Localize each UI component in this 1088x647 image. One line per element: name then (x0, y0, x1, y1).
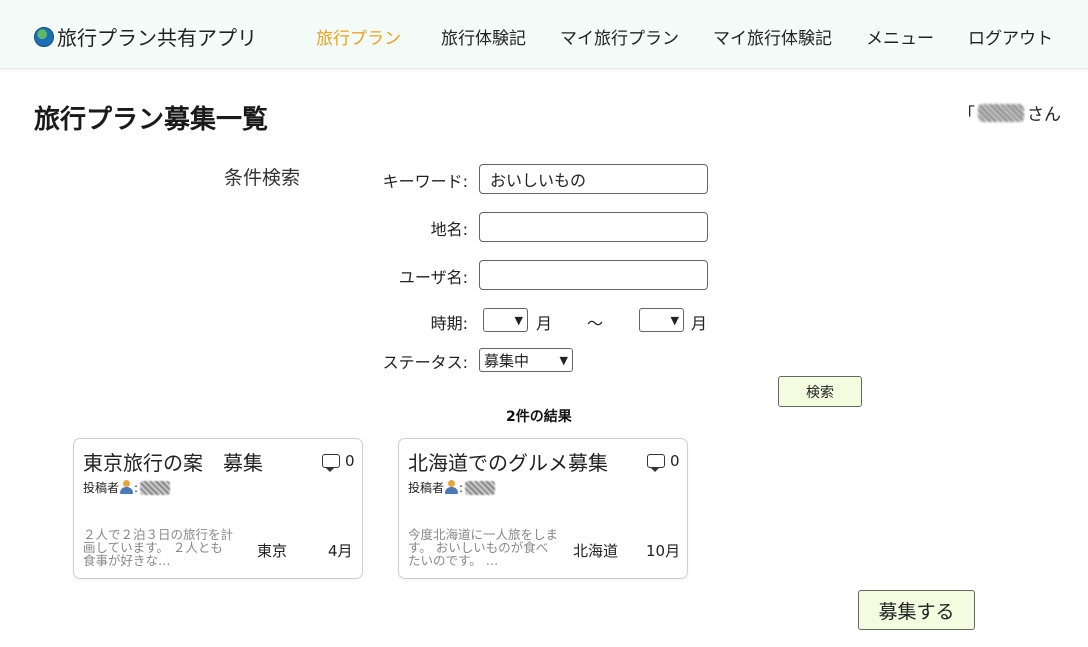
nav-travel-journals[interactable]: 旅行体験記 (441, 24, 526, 49)
search-button[interactable]: 検索 (778, 376, 862, 407)
status-select[interactable]: 募集中 ▼ (479, 348, 573, 372)
nav-travel-plans[interactable]: 旅行プラン (316, 24, 401, 49)
nav-menu-link[interactable]: メニュー (866, 24, 934, 49)
keyword-input[interactable] (479, 164, 708, 194)
plan-card-title: 北海道でのグルメ募集 (408, 451, 608, 475)
plan-card-title: 東京旅行の案 募集 (83, 451, 263, 475)
place-input[interactable] (479, 212, 708, 242)
app-brand[interactable]: 旅行プラン共有アプリ (34, 22, 257, 51)
top-navbar: 旅行プラン共有アプリ 旅行プラン 旅行体験記 マイ旅行プラン マイ旅行体験記 メ… (0, 0, 1088, 69)
app-title: 旅行プラン共有アプリ (57, 26, 257, 50)
plan-card-description: ２人で２泊３日の旅行を計画しています。 ２人とも食事が好きな… (83, 527, 234, 568)
poster-label: 投稿者 (408, 481, 445, 495)
comment-count-value: 0 (670, 452, 680, 470)
comment-icon (647, 454, 665, 472)
globe-icon (34, 26, 54, 47)
nav-logout[interactable]: ログアウト (968, 24, 1053, 49)
poster-separator: : (459, 480, 464, 495)
plan-card-place: 北海道 (573, 542, 619, 560)
plan-card[interactable]: 北海道でのグルメ募集 0 投稿者 : 今度北海道に一人旅をします。 おいしいもの… (398, 438, 688, 579)
person-icon (445, 480, 459, 495)
page-title: 旅行プラン募集一覧 (34, 105, 269, 135)
plan-card-description: 今度北海道に一人旅をします。 おいしいものが食べたいのです。 … (408, 527, 559, 568)
period-to-select[interactable]: ▼ (639, 308, 684, 332)
status-value: 募集中 (484, 351, 530, 370)
period-from-select[interactable]: ▼ (483, 308, 528, 332)
period-tilde: ～ (587, 314, 604, 333)
plan-card-month: 4月 (328, 542, 353, 560)
comment-count-value: 0 (345, 452, 355, 470)
plan-card-month: 10月 (646, 542, 681, 560)
username-label: ユーザ名: (398, 268, 468, 287)
plan-card-place: 東京 (257, 542, 288, 560)
month-unit-from: 月 (536, 314, 553, 333)
keyword-label: キーワード: (382, 172, 468, 191)
month-unit-to: 月 (691, 314, 708, 333)
redacted-username (978, 103, 1024, 122)
poster-separator: : (134, 480, 139, 495)
plan-card[interactable]: 東京旅行の案 募集 0 投稿者 : ２人で２泊３日の旅行を計画しています。 ２人… (73, 438, 363, 579)
status-label: ステータス: (382, 353, 468, 372)
place-label: 地名: (430, 220, 468, 239)
search-heading: 条件検索 (224, 167, 301, 189)
chevron-down-icon: ▼ (514, 313, 523, 327)
result-count: 2件の結果 (506, 409, 572, 425)
create-recruitment-button[interactable]: 募集する (858, 590, 975, 630)
poster-label: 投稿者 (83, 481, 120, 495)
user-greeting: 「 さん (958, 100, 1061, 125)
period-label: 時期: (430, 314, 468, 333)
chevron-down-icon: ▼ (559, 353, 568, 367)
username-input[interactable] (479, 260, 708, 290)
redacted-poster-name (465, 480, 496, 495)
nav-my-travel-plans[interactable]: マイ旅行プラン (560, 24, 679, 49)
comment-icon (322, 454, 340, 472)
person-icon (120, 480, 134, 495)
redacted-poster-name (140, 480, 171, 495)
poster-info: 投稿者 : (408, 479, 496, 496)
comment-count: 0 (322, 452, 355, 472)
comment-count: 0 (647, 452, 680, 472)
poster-info: 投稿者 : (83, 479, 171, 496)
nav-my-travel-journals[interactable]: マイ旅行体験記 (713, 24, 832, 49)
greeting-open-bracket: 「 (958, 105, 975, 125)
greeting-suffix: さん (1027, 105, 1061, 125)
chevron-down-icon: ▼ (670, 313, 679, 327)
